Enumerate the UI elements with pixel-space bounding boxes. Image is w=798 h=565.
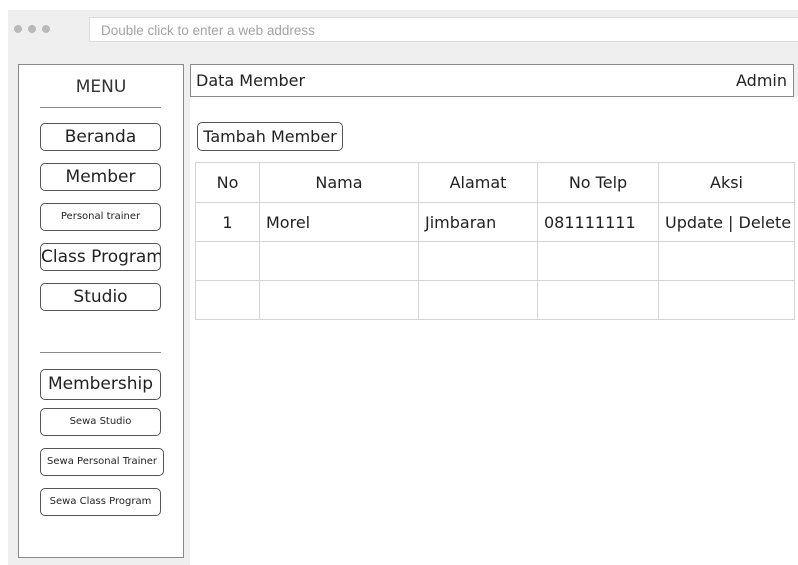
table-header-row: No Nama Alamat No Telp Aksi [195, 162, 795, 203]
add-member-button[interactable]: Tambah Member [197, 122, 343, 151]
browser-toolbar: Double click to enter a web address [8, 10, 798, 46]
window-controls [14, 25, 50, 33]
cell-no-telp [537, 280, 659, 320]
address-bar[interactable]: Double click to enter a web address [89, 17, 798, 42]
column-header-alamat: Alamat [418, 162, 538, 203]
sidebar-item-sewa-studio[interactable]: Sewa Studio [40, 408, 161, 436]
sidebar-item-personal-trainer[interactable]: Personal trainer [40, 203, 161, 231]
sidebar-item-beranda[interactable]: Beranda [40, 123, 161, 151]
sidebar-item-member[interactable]: Member [40, 163, 161, 191]
sidebar-item-membership[interactable]: Membership [40, 369, 161, 400]
column-header-no-telp: No Telp [537, 162, 659, 203]
maximize-window-dot[interactable] [42, 25, 50, 33]
member-table: No Nama Alamat No Telp Aksi 1 Morel Jimb… [195, 162, 795, 320]
cell-nama [259, 241, 419, 281]
sidebar-item-studio[interactable]: Studio [40, 283, 161, 311]
cell-no: 1 [195, 202, 260, 242]
sidebar-item-class-program[interactable]: Class Program [40, 243, 161, 271]
menu-divider [40, 352, 161, 353]
menu-divider [40, 107, 161, 108]
user-label: Admin [736, 71, 787, 90]
cell-aksi-update-delete[interactable]: Update | Delete [658, 202, 795, 242]
cell-no-telp: 081111111 [537, 202, 659, 242]
table-row [195, 280, 795, 320]
sidebar-item-sewa-class-program[interactable]: Sewa Class Program [40, 488, 161, 516]
sidebar-menu: MENU Beranda Member Personal trainer Cla… [18, 64, 184, 558]
menu-title: MENU [75, 77, 127, 97]
cell-aksi [658, 280, 795, 320]
page-header: Data Member Admin [190, 64, 794, 97]
cell-nama [259, 280, 419, 320]
sidebar-item-sewa-personal-trainer[interactable]: Sewa Personal Trainer [40, 448, 164, 476]
cell-no-telp [537, 241, 659, 281]
cell-alamat [418, 241, 538, 281]
cell-alamat: Jimbaran [418, 202, 538, 242]
cell-nama: Morel [259, 202, 419, 242]
page-title: Data Member [196, 71, 306, 90]
column-header-aksi: Aksi [658, 162, 795, 203]
column-header-nama: Nama [259, 162, 419, 203]
cell-no [195, 241, 260, 281]
table-row: 1 Morel Jimbaran 081111111 Update | Dele… [195, 202, 795, 242]
cell-no [195, 280, 260, 320]
cell-aksi [658, 241, 795, 281]
cell-alamat [418, 280, 538, 320]
close-window-dot[interactable] [14, 25, 22, 33]
column-header-no: No [195, 162, 260, 203]
minimize-window-dot[interactable] [28, 25, 36, 33]
table-row [195, 241, 795, 281]
